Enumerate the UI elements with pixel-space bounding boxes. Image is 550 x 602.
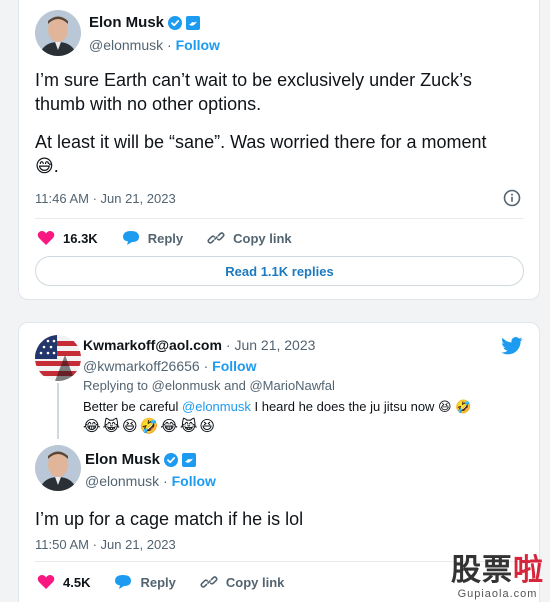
reply-button[interactable]: Reply [122, 230, 183, 246]
reply-text: Better be careful @elonmusk I heard he d… [83, 399, 471, 415]
copy-link-button[interactable]: Copy link [207, 229, 292, 247]
replying-mention[interactable]: @MarioNawfal [249, 378, 334, 393]
divider [35, 218, 524, 219]
verified-badge-icon [164, 452, 179, 467]
author-name[interactable]: Elon Musk [85, 451, 160, 468]
twitter-bird-icon [501, 337, 523, 355]
reply-bubble-icon [122, 231, 139, 245]
site-watermark: 股票啦 Gupiaola.com [451, 553, 544, 601]
watermark-text: 啦 [513, 553, 544, 588]
tweet-card-main: Elon Musk @elonmusk · Follow I’m sure Ea… [18, 0, 540, 300]
like-button[interactable]: 4.5K [37, 574, 90, 590]
reply-label: Reply [147, 230, 184, 246]
heart-icon [37, 231, 55, 245]
watermark-site: Gupiaola.com [457, 588, 538, 600]
reply-author-name[interactable]: Kwmarkoff@aol.com [83, 337, 222, 353]
tweet-text-line: thumb with no other options. [35, 94, 262, 114]
copy-link-label: Copy link [225, 574, 285, 590]
emoji-row: 😂😹😆🤣😂😹😆 [83, 418, 218, 435]
follow-button[interactable]: Follow [172, 473, 216, 489]
author-handle: @elonmusk [89, 37, 164, 53]
reply-author-line: Kwmarkoff@aol.com · Jun 21, 2023 [83, 337, 315, 353]
reply-button[interactable]: Reply [114, 574, 176, 590]
replying-and: and [224, 378, 246, 393]
tweet-text-line: I’m sure Earth can’t wait to be exclusiv… [35, 70, 472, 90]
tweet-text-line: At least it will be “sane”. Was worried … [35, 132, 487, 152]
replying-mention[interactable]: @elonmusk [152, 378, 221, 393]
like-count: 16.3K [63, 230, 98, 246]
watermark-text: 股票 [451, 553, 513, 588]
reply-text-suffix: I heard he does the ju jitsu now 😆 🤣 [254, 399, 472, 414]
reply-date: · Jun 21, 2023 [225, 337, 316, 353]
author-handle: @elonmusk [85, 473, 160, 489]
action-bar: 4.5K Reply Copy link [37, 573, 308, 591]
tweet-timestamp[interactable]: 11:50 AM · Jun 21, 2023 [35, 537, 176, 552]
reply-follow-button[interactable]: Follow [212, 358, 256, 374]
tweet-text: I’m sure Earth can’t wait to be exclusiv… [35, 68, 487, 178]
author-handle-line: @elonmusk · Follow [85, 473, 216, 489]
heart-icon [37, 575, 55, 589]
reply-bubble-icon [115, 575, 132, 589]
period: . [53, 156, 59, 176]
author-name[interactable]: Elon Musk [89, 14, 164, 31]
reply-handle-line: @kwmarkoff26656 · Follow [83, 358, 257, 374]
tweet-text: I’m up for a cage match if he is lol [35, 509, 304, 529]
copy-link-label: Copy link [233, 230, 292, 246]
info-icon[interactable] [503, 189, 521, 207]
flag-avatar[interactable] [35, 335, 81, 381]
author-name-line: Elon Musk [85, 451, 197, 468]
author-name-line: Elon Musk [89, 14, 201, 31]
link-icon [200, 576, 218, 588]
like-button[interactable]: 16.3K [37, 230, 98, 246]
replying-prefix: Replying to [83, 378, 149, 393]
tweet-timestamp[interactable]: 11:46 AM · Jun 21, 2023 [35, 191, 176, 206]
replying-to: Replying to @elonmusk and @MarioNawfal [83, 378, 335, 393]
affiliate-badge-icon [186, 15, 201, 30]
follow-button[interactable]: Follow [176, 37, 220, 53]
reply-label: Reply [140, 574, 176, 590]
reply-mention[interactable]: @elonmusk [182, 399, 251, 414]
author-avatar[interactable] [35, 445, 81, 491]
reply-text-prefix: Better be careful [83, 399, 179, 414]
reply-handle: @kwmarkoff26656 [83, 358, 200, 374]
verified-badge-icon [168, 15, 183, 30]
author-handle-line: @elonmusk · Follow [89, 37, 220, 53]
affiliate-badge-icon [182, 452, 197, 467]
author-avatar[interactable] [35, 10, 81, 56]
link-icon [207, 232, 225, 244]
thread-connector [57, 383, 59, 439]
like-count: 4.5K [63, 574, 91, 590]
emoji: 😅 [35, 156, 54, 176]
action-bar: 16.3K Reply Copy link [37, 229, 316, 247]
read-replies-button[interactable]: Read 1.1K replies [35, 256, 524, 286]
copy-link-button[interactable]: Copy link [200, 573, 285, 591]
